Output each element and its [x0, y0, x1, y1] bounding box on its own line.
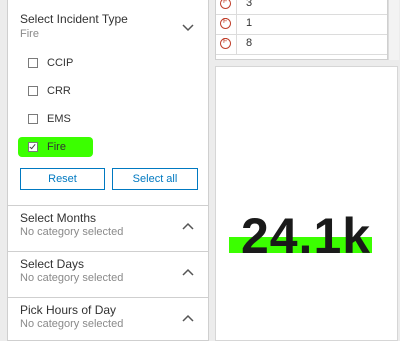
option-fire-label: Fire — [47, 141, 66, 153]
option-ccip-label: CCIP — [47, 57, 74, 69]
option-ems[interactable]: EMS — [28, 113, 71, 125]
indicator-value: 24.1k — [240, 208, 372, 264]
hours-title: Pick Hours of Day — [20, 303, 117, 317]
chevron-up-icon[interactable] — [180, 310, 196, 326]
table-cell-value: 8 — [246, 37, 253, 49]
days-section[interactable]: Select Days No category selected — [8, 251, 208, 298]
option-fire[interactable]: Fire — [28, 141, 66, 153]
table-cell-value: 1 — [246, 17, 253, 29]
option-ems-label: EMS — [47, 113, 71, 125]
hours-subtitle: No category selected — [20, 318, 124, 330]
checkbox-fire[interactable] — [28, 142, 38, 152]
option-crr[interactable]: CRR — [28, 85, 71, 97]
table-scrollbar[interactable] — [388, 0, 399, 60]
indicator-card — [215, 66, 398, 341]
option-ccip[interactable]: CCIP — [28, 57, 73, 69]
fire-incident-icon — [220, 0, 231, 9]
table-row[interactable]: 8 — [216, 34, 387, 55]
incident-table: 3 1 8 — [215, 0, 388, 60]
option-crr-label: CRR — [47, 85, 71, 97]
select-all-button[interactable]: Select all — [112, 168, 198, 190]
hours-section[interactable]: Pick Hours of Day No category selected — [8, 297, 208, 341]
table-row[interactable]: 3 — [216, 0, 387, 15]
chevron-up-icon[interactable] — [180, 264, 196, 280]
months-section[interactable]: Select Months No category selected — [8, 205, 208, 252]
incident-type-selected: Fire — [20, 28, 39, 40]
table-cell-value: 3 — [246, 0, 253, 9]
reset-button[interactable]: Reset — [20, 168, 105, 190]
chevron-down-icon[interactable] — [180, 20, 196, 36]
filter-panel: Select Incident Type Fire CCIP CRR EMS F… — [7, 0, 209, 341]
checkbox-crr[interactable] — [28, 86, 38, 96]
months-subtitle: No category selected — [20, 226, 124, 238]
incident-type-title: Select Incident Type — [20, 12, 128, 26]
months-title: Select Months — [20, 211, 97, 225]
chevron-up-icon[interactable] — [180, 218, 196, 234]
fire-incident-icon — [220, 38, 231, 49]
table-row[interactable]: 1 — [216, 14, 387, 35]
checkbox-ccip[interactable] — [28, 58, 38, 68]
days-title: Select Days — [20, 257, 85, 271]
incident-type-section: Select Incident Type Fire CCIP CRR EMS F… — [8, 0, 208, 206]
days-subtitle: No category selected — [20, 272, 124, 284]
fire-incident-icon — [220, 18, 231, 29]
checkbox-ems[interactable] — [28, 114, 38, 124]
